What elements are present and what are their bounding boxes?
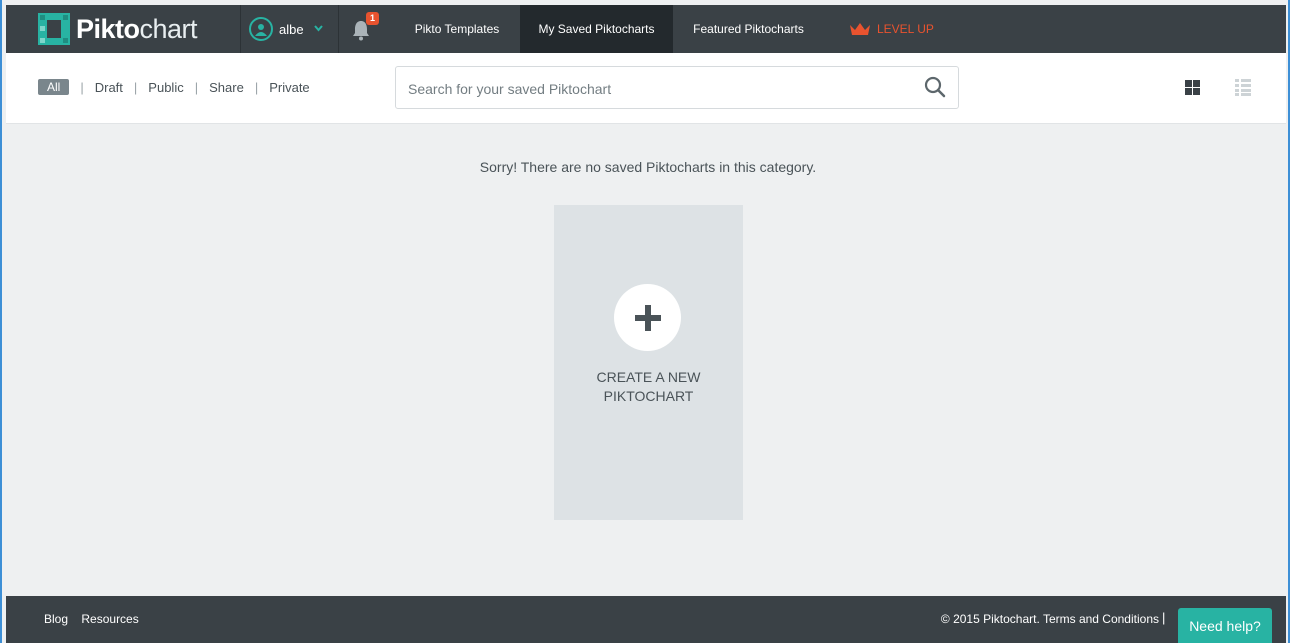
nav-pikto-templates[interactable]: Pikto Templates — [403, 5, 511, 53]
filter-share[interactable]: Share — [209, 80, 244, 95]
level-up-label: LEVEL UP — [877, 22, 934, 36]
piktochart-logo[interactable]: Piktochart — [38, 13, 198, 45]
plus-button[interactable] — [614, 284, 681, 351]
filter-draft[interactable]: Draft — [95, 80, 123, 95]
plus-icon — [634, 304, 661, 331]
footer-links: Blog Resources — [44, 612, 149, 626]
notifications-button[interactable]: 1 — [351, 12, 379, 43]
crown-icon — [850, 23, 870, 35]
category-filters: All | Draft | Public | Share | Private — [38, 79, 310, 95]
divider — [338, 5, 339, 53]
list-view-icon[interactable] — [1235, 79, 1251, 96]
divider — [240, 5, 241, 53]
footer: Blog Resources © 2015 Piktochart. Terms … — [6, 596, 1286, 643]
search-icon[interactable] — [924, 76, 946, 98]
separator: | — [133, 79, 138, 95]
grid-view-icon[interactable] — [1185, 80, 1200, 95]
separator: | — [194, 79, 199, 95]
footer-link-resources[interactable]: Resources — [81, 612, 138, 626]
top-navbar: Piktochart albe 1 Pikto Templates My Sav… — [6, 5, 1286, 53]
copyright-text: © 2015 Piktochart. — [940, 612, 1040, 626]
need-help-button[interactable]: Need help? — [1178, 608, 1272, 643]
filter-private[interactable]: Private — [269, 80, 309, 95]
chevron-down-icon — [313, 23, 323, 35]
separator: | — [254, 79, 259, 95]
user-menu[interactable]: albe — [249, 14, 323, 44]
filter-bar: All | Draft | Public | Share | Private — [6, 53, 1286, 124]
nav-featured-piktocharts[interactable]: Featured Piktocharts — [680, 5, 817, 53]
logo-mark-icon — [38, 13, 70, 45]
create-new-piktochart-card[interactable]: CREATE A NEW PIKTOCHART — [554, 205, 743, 520]
separator: | — [1162, 610, 1166, 625]
level-up-link[interactable]: LEVEL UP — [849, 5, 934, 53]
logo-text: Piktochart — [76, 13, 198, 44]
search-input[interactable] — [406, 77, 910, 101]
filter-public[interactable]: Public — [148, 80, 183, 95]
filter-all[interactable]: All — [38, 79, 70, 95]
search-box — [395, 66, 959, 109]
user-icon — [249, 17, 273, 41]
separator: | — [80, 79, 84, 95]
create-label: CREATE A NEW PIKTOCHART — [596, 369, 701, 404]
username: albe — [279, 21, 304, 37]
footer-link-blog[interactable]: Blog — [44, 612, 68, 626]
nav-my-saved-piktocharts[interactable]: My Saved Piktocharts — [520, 5, 673, 53]
notification-badge: 1 — [366, 12, 379, 25]
copyright: © 2015 Piktochart. Terms and Conditions — [941, 612, 1159, 626]
terms-link[interactable]: Terms and Conditions — [1043, 612, 1159, 626]
empty-state-message: Sorry! There are no saved Piktocharts in… — [479, 159, 817, 175]
